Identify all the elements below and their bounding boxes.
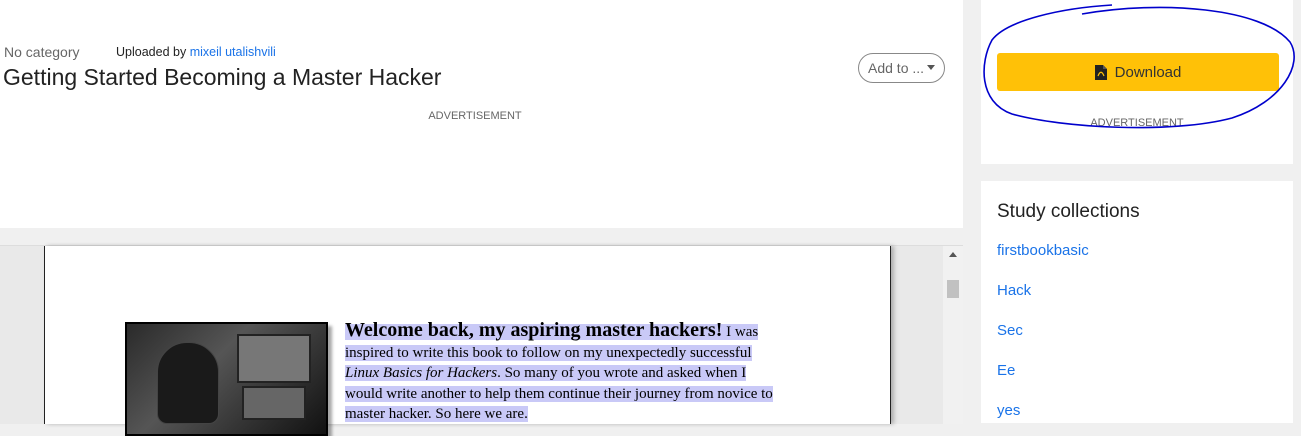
viewer-scrollbar[interactable] (943, 246, 963, 424)
advertisement-label: ADVERTISEMENT (428, 110, 522, 122)
category-label: No category (4, 44, 80, 60)
document-header-card: No category Uploaded by mixeil utalishvi… (0, 0, 963, 228)
document-page: Welcome back, my aspiring master hackers… (44, 246, 891, 436)
collection-link[interactable]: Hack (997, 282, 1031, 299)
caret-down-icon (927, 65, 935, 70)
meta-row: No category Uploaded by mixeil utalishvi… (4, 44, 276, 60)
doc-line5: master hacker. So here we are. (345, 406, 528, 422)
pdf-file-icon (1094, 64, 1107, 80)
uploaded-by: Uploaded by mixeil utalishvili (116, 45, 276, 59)
collections-title: Study collections (997, 201, 1140, 222)
doc-line3: . So many of you wrote and asked when I (497, 365, 747, 381)
scroll-up-icon[interactable] (949, 252, 957, 257)
doc-line1: I was (722, 324, 759, 340)
download-button[interactable]: Download (997, 53, 1279, 91)
doc-line4: would write another to help them continu… (345, 385, 773, 402)
collection-link[interactable]: Sec (997, 322, 1023, 339)
sidebar-advertisement-label: ADVERTISEMENT (1090, 117, 1184, 129)
hacker-photo (125, 322, 328, 436)
document-text: Welcome back, my aspiring master hackers… (345, 320, 835, 425)
collection-link[interactable]: Ee (997, 362, 1015, 379)
collection-link[interactable]: yes (997, 402, 1020, 419)
add-to-label: Add to ... (868, 60, 925, 76)
uploaded-prefix: Uploaded by (116, 45, 187, 59)
add-to-dropdown[interactable]: Add to ... (858, 53, 945, 83)
download-label: Download (1114, 63, 1182, 81)
document-viewer[interactable]: Welcome back, my aspiring master hackers… (0, 245, 963, 436)
study-collections-card: Study collections firstbookbasic Hack Se… (981, 181, 1293, 423)
scroll-thumb[interactable] (947, 280, 959, 298)
document-lead: Welcome back, my aspiring master hackers… (345, 319, 723, 341)
book-title: Linux Basics for Hackers (345, 365, 498, 381)
page-title: Getting Started Becoming a Master Hacker (3, 64, 442, 90)
collection-link[interactable]: firstbookbasic (997, 242, 1089, 259)
doc-line2: inspired to write this book to follow on… (345, 344, 752, 361)
uploader-link[interactable]: mixeil utalishvili (190, 45, 276, 59)
